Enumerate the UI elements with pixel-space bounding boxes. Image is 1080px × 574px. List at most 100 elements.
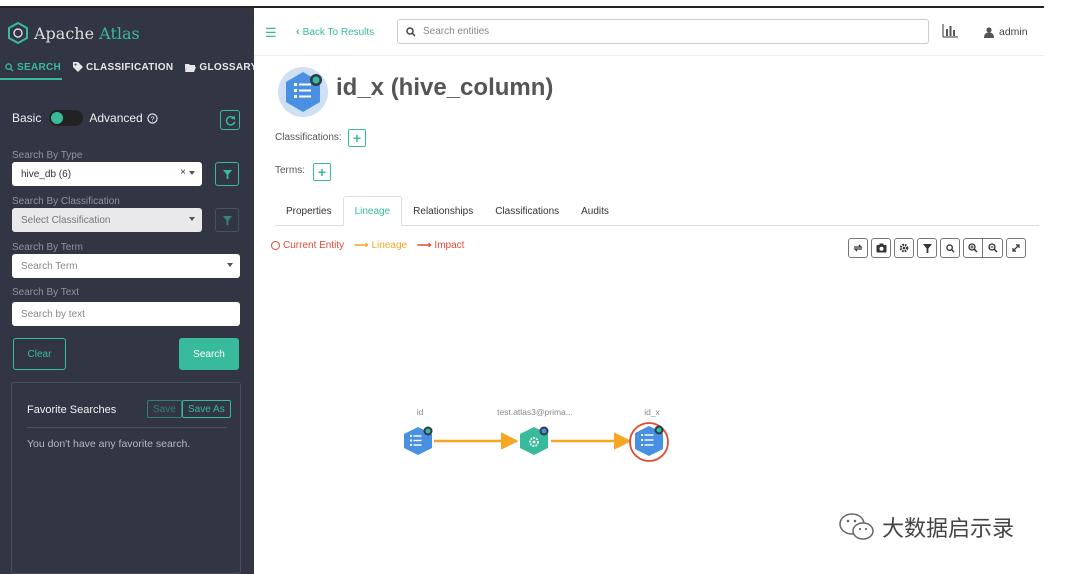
legend-impact: ⟶ Impact bbox=[417, 240, 464, 251]
export-image-button[interactable] bbox=[871, 238, 891, 258]
legend-current-entity: Current Entity bbox=[271, 240, 344, 251]
tab-classifications-label: Classifications bbox=[495, 205, 560, 217]
refresh-button[interactable] bbox=[220, 110, 240, 130]
search-by-type-label: Search By Type bbox=[12, 150, 83, 161]
add-term-button[interactable]: + bbox=[313, 163, 331, 181]
tab-glossary[interactable]: GLOSSARY bbox=[185, 62, 257, 73]
circle-icon bbox=[271, 241, 280, 250]
type-select-value: hive_db (6) bbox=[21, 168, 72, 180]
chevron-down-icon bbox=[189, 171, 195, 175]
filter-icon bbox=[222, 169, 232, 179]
legend-lineage: ⟶ Lineage bbox=[354, 240, 407, 251]
legend-impact-label: Impact bbox=[434, 240, 465, 251]
back-to-results-link[interactable]: ‹ Back To Results bbox=[296, 26, 374, 38]
term-select[interactable]: Search Term bbox=[12, 254, 240, 278]
tab-classification[interactable]: CLASSIFICATION bbox=[73, 62, 173, 73]
page-title: id_x (hive_column) bbox=[336, 74, 554, 101]
tab-properties-label: Properties bbox=[286, 205, 332, 217]
tab-properties[interactable]: Properties bbox=[275, 196, 343, 226]
sidebar: Apache Atlas SEARCH CLASSIFICATION GLOSS… bbox=[0, 8, 257, 574]
brand-suffix: Atlas bbox=[99, 23, 140, 43]
tab-relationships[interactable]: Relationships bbox=[402, 196, 484, 226]
refresh-icon bbox=[225, 114, 235, 126]
save-as-favorite-label: Save As bbox=[188, 403, 225, 415]
question-circle-icon[interactable]: ? bbox=[147, 112, 158, 124]
filter-icon bbox=[922, 243, 932, 253]
save-favorite-label: Save bbox=[153, 403, 176, 415]
tab-audits[interactable]: Audits bbox=[570, 196, 620, 226]
search-icon bbox=[5, 62, 14, 72]
zoom-in-icon bbox=[968, 243, 978, 253]
header: ☰ ‹ Back To Results Search entities admi… bbox=[254, 8, 1044, 56]
entity-search-input[interactable]: Search entities bbox=[397, 19, 929, 44]
classification-filter-button[interactable] bbox=[215, 208, 239, 232]
search-button[interactable]: Search bbox=[179, 338, 239, 370]
search-by-text-label: Search By Text bbox=[12, 287, 80, 298]
lineage-node-id[interactable] bbox=[404, 426, 433, 456]
brand-prefix: Apache bbox=[34, 23, 95, 43]
add-classification-button[interactable]: + bbox=[348, 129, 366, 147]
text-search-input[interactable]: Search by text bbox=[12, 302, 240, 326]
fullscreen-icon bbox=[1012, 244, 1020, 252]
chevron-down-icon bbox=[227, 263, 233, 267]
search-mode-toggle[interactable] bbox=[49, 110, 84, 126]
lineage-node-label: id bbox=[416, 407, 424, 417]
favorite-searches-panel: Favorite Searches Save Save As You don't… bbox=[11, 382, 241, 574]
watermark-text: 大数据启示录 bbox=[882, 517, 1015, 542]
zoom-in-button[interactable] bbox=[963, 238, 983, 258]
reset-lineage-button[interactable] bbox=[848, 238, 868, 258]
brand[interactable]: Apache Atlas bbox=[8, 20, 140, 46]
search-icon bbox=[406, 26, 416, 37]
search-node-button[interactable] bbox=[940, 238, 960, 258]
fullscreen-button[interactable] bbox=[1006, 238, 1026, 258]
clear-type-icon[interactable]: × bbox=[180, 167, 186, 178]
gear-icon bbox=[899, 243, 909, 253]
tab-classifications[interactable]: Classifications bbox=[484, 196, 570, 226]
type-filter-button[interactable] bbox=[215, 162, 239, 186]
tab-audits-label: Audits bbox=[581, 205, 609, 217]
save-favorite-button[interactable]: Save bbox=[147, 400, 182, 418]
classifications-label: Classifications: bbox=[275, 132, 342, 143]
terms-label: Terms: bbox=[275, 165, 305, 176]
active-tab-indicator bbox=[0, 78, 62, 80]
tab-relationships-label: Relationships bbox=[413, 205, 474, 217]
tab-glossary-label: GLOSSARY bbox=[199, 61, 258, 73]
zoom-controls bbox=[963, 238, 1003, 258]
plus-icon: + bbox=[317, 164, 327, 180]
watermark: 大数据启示录 bbox=[838, 511, 1014, 543]
filter-icon bbox=[222, 215, 232, 225]
chevron-left-icon: ‹ bbox=[296, 26, 300, 38]
user-menu[interactable]: admin bbox=[984, 26, 1028, 38]
divider bbox=[27, 427, 227, 428]
tab-lineage[interactable]: Lineage bbox=[342, 196, 403, 226]
entity-detail: id_x (hive_column) Classifications: + Te… bbox=[254, 56, 1044, 574]
hive-column-entity-icon bbox=[278, 67, 328, 117]
chevron-down-icon bbox=[189, 217, 195, 221]
menu-icon[interactable]: ☰ bbox=[265, 25, 277, 41]
tab-search[interactable]: SEARCH bbox=[5, 62, 61, 73]
atlas-logo-icon bbox=[8, 22, 28, 44]
camera-icon bbox=[876, 243, 886, 253]
search-icon bbox=[945, 243, 955, 253]
lineage-toolbar bbox=[848, 238, 1029, 258]
search-button-label: Search bbox=[193, 348, 225, 360]
arrow-right-icon: ⟶ bbox=[354, 240, 369, 251]
tab-classification-label: CLASSIFICATION bbox=[86, 61, 174, 73]
tag-icon bbox=[73, 62, 84, 72]
zoom-out-button[interactable] bbox=[983, 238, 1003, 258]
filter-button[interactable] bbox=[917, 238, 937, 258]
clear-button[interactable]: Clear bbox=[13, 338, 66, 370]
toggle-knob bbox=[51, 112, 64, 124]
save-as-favorite-button[interactable]: Save As bbox=[182, 400, 231, 418]
lineage-node-process[interactable] bbox=[520, 426, 549, 456]
lineage-legend: Current Entity ⟶ Lineage ⟶ Impact bbox=[271, 240, 474, 251]
lineage-graph bbox=[404, 422, 669, 462]
type-select[interactable]: hive_db (6) × bbox=[12, 162, 202, 186]
app-window: Apache Atlas SEARCH CLASSIFICATION GLOSS… bbox=[0, 0, 1080, 574]
settings-button[interactable] bbox=[894, 238, 914, 258]
lineage-node-current[interactable] bbox=[629, 422, 669, 462]
classification-select[interactable]: Select Classification bbox=[12, 208, 202, 232]
nav-tabs: SEARCH CLASSIFICATION GLOSSARY bbox=[0, 56, 257, 78]
bar-chart-icon[interactable] bbox=[942, 24, 958, 38]
tab-lineage-label: Lineage bbox=[354, 205, 391, 217]
